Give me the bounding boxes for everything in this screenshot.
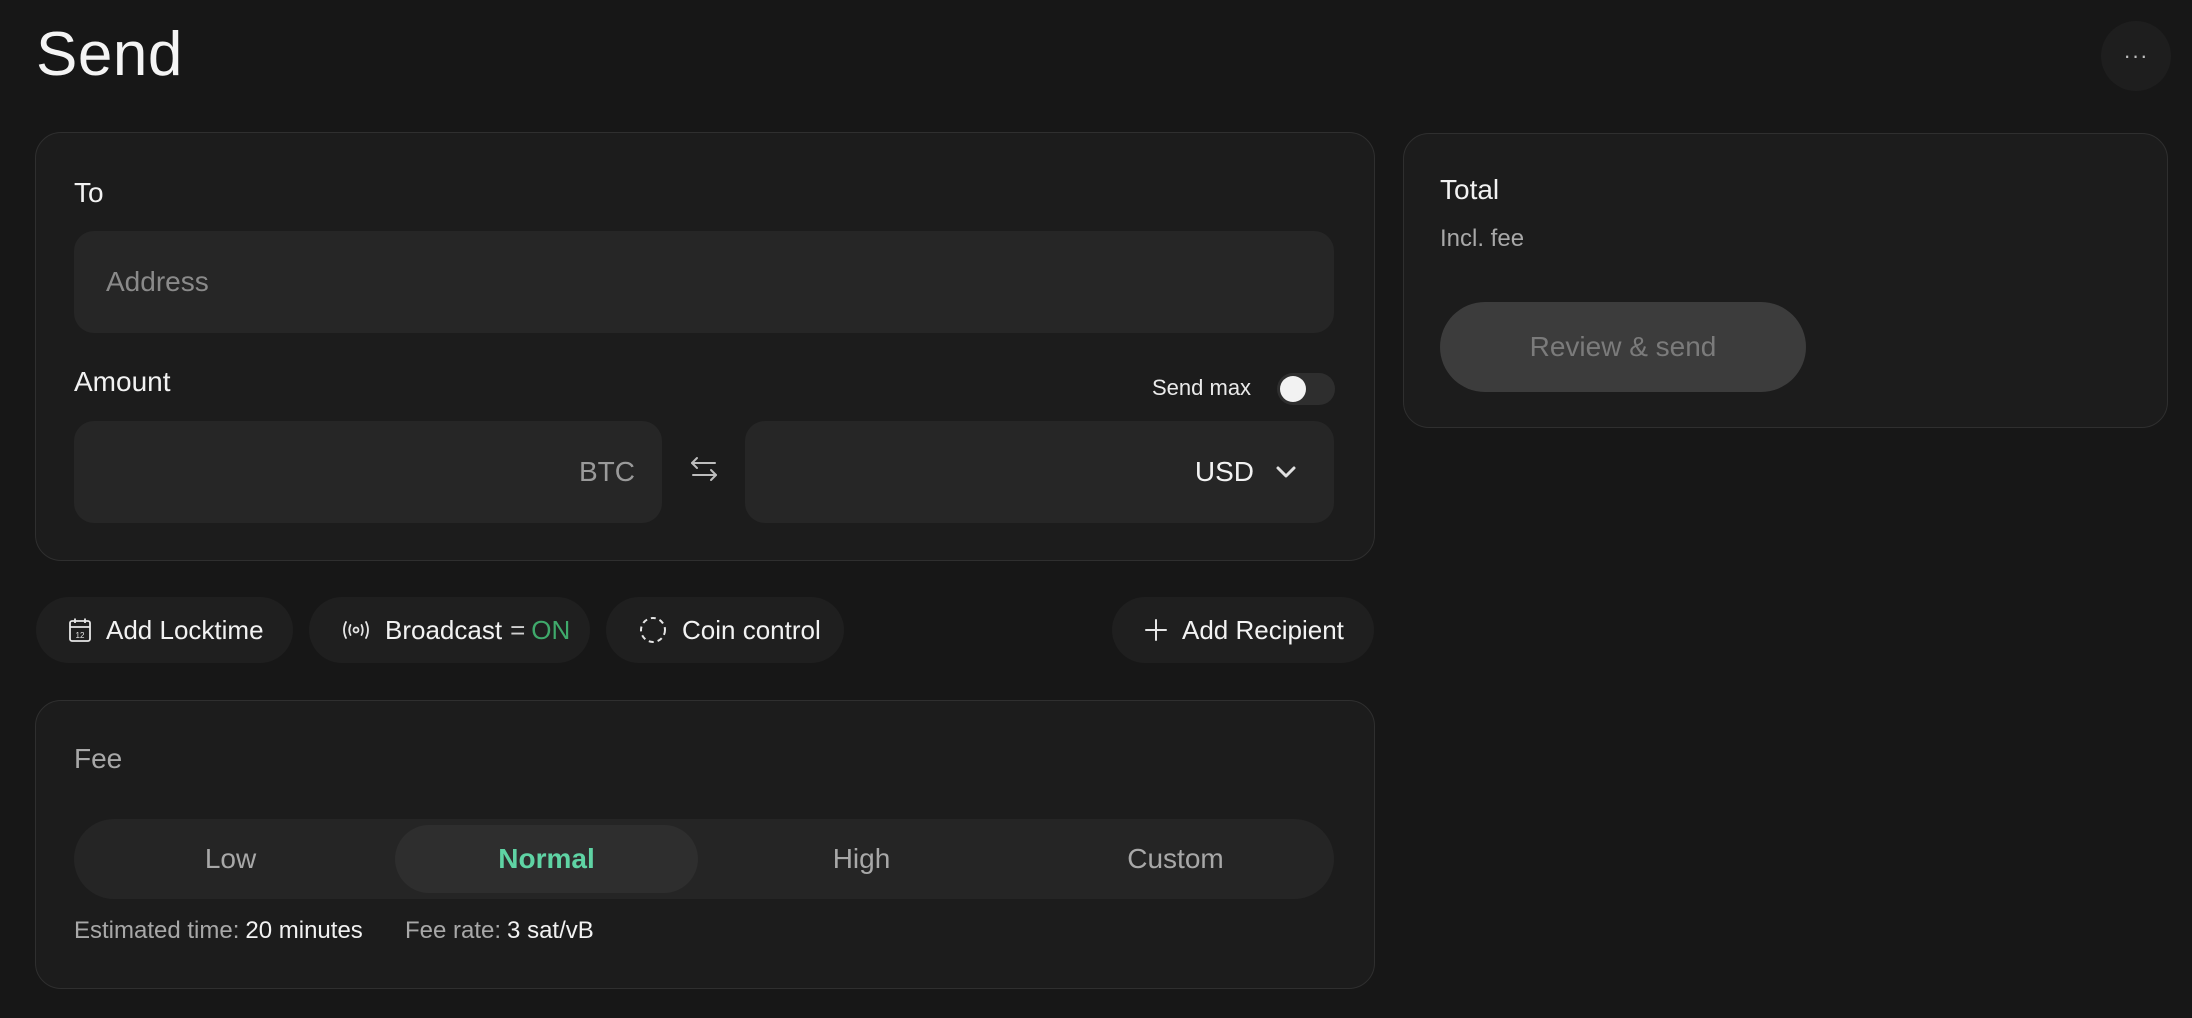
add-locktime-button[interactable]: 12 Add Locktime	[36, 597, 293, 663]
address-input[interactable]	[74, 231, 1334, 333]
swap-arrows-icon[interactable]	[688, 453, 720, 485]
add-recipient-label: Add Recipient	[1182, 614, 1344, 645]
to-label: To	[74, 177, 104, 208]
estimated-time-label: Estimated time:	[74, 917, 240, 944]
toggle-knob	[1280, 376, 1306, 402]
fee-label: Fee	[74, 743, 123, 774]
fee-option-normal[interactable]: Normal	[395, 825, 698, 893]
plus-icon	[1145, 619, 1167, 641]
add-recipient-button[interactable]: Add Recipient	[1112, 597, 1374, 663]
calendar-icon: 12	[69, 618, 91, 642]
estimated-time: Estimated time: 20 minutes	[74, 917, 363, 945]
coin-control-icon	[640, 617, 666, 643]
fee-option-low[interactable]: Low	[79, 825, 382, 893]
total-title: Total	[1440, 174, 1500, 205]
fee-rate-value: 3 sat/vB	[507, 917, 594, 944]
page-title: Send	[36, 20, 183, 89]
amount-label: Amount	[74, 366, 171, 397]
broadcast-toggle-button[interactable]: Broadcast = ON	[309, 597, 590, 663]
total-card: Total Incl. fee Review & send	[1403, 133, 2168, 428]
btc-amount-input[interactable]: BTC	[74, 421, 662, 523]
send-form-card: To Amount Send max BTC USD	[35, 132, 1375, 561]
coin-control-button[interactable]: Coin control	[606, 597, 844, 663]
total-subtitle: Incl. fee	[1440, 225, 1525, 252]
fiat-unit-label: USD	[1194, 456, 1254, 487]
broadcast-icon	[343, 621, 369, 639]
btc-unit-label: BTC	[579, 456, 635, 487]
more-icon: ···	[2123, 43, 2149, 68]
fee-option-high[interactable]: High	[710, 825, 1013, 893]
add-locktime-label: Add Locktime	[106, 614, 264, 645]
broadcast-equals: =	[510, 614, 526, 645]
fee-rate: Fee rate: 3 sat/vB	[405, 917, 594, 945]
send-max-toggle[interactable]	[1277, 373, 1335, 405]
fiat-currency-select[interactable]: USD	[745, 421, 1334, 523]
broadcast-label: Broadcast	[385, 614, 503, 645]
fee-option-custom[interactable]: Custom	[1024, 825, 1327, 893]
svg-text:12: 12	[76, 631, 85, 640]
fee-rate-label: Fee rate:	[405, 917, 502, 944]
fee-card: Fee Low Normal High Custom Estimated tim…	[35, 700, 1375, 989]
more-options-button[interactable]: ···	[2101, 21, 2171, 91]
fee-selector: Low Normal High Custom	[74, 819, 1334, 899]
review-send-button[interactable]: Review & send	[1440, 302, 1806, 392]
coin-control-label: Coin control	[682, 614, 821, 645]
chevron-down-icon	[1276, 466, 1296, 478]
send-max-label: Send max	[1152, 375, 1252, 400]
estimated-time-value: 20 minutes	[245, 917, 363, 944]
broadcast-state: ON	[531, 614, 571, 645]
